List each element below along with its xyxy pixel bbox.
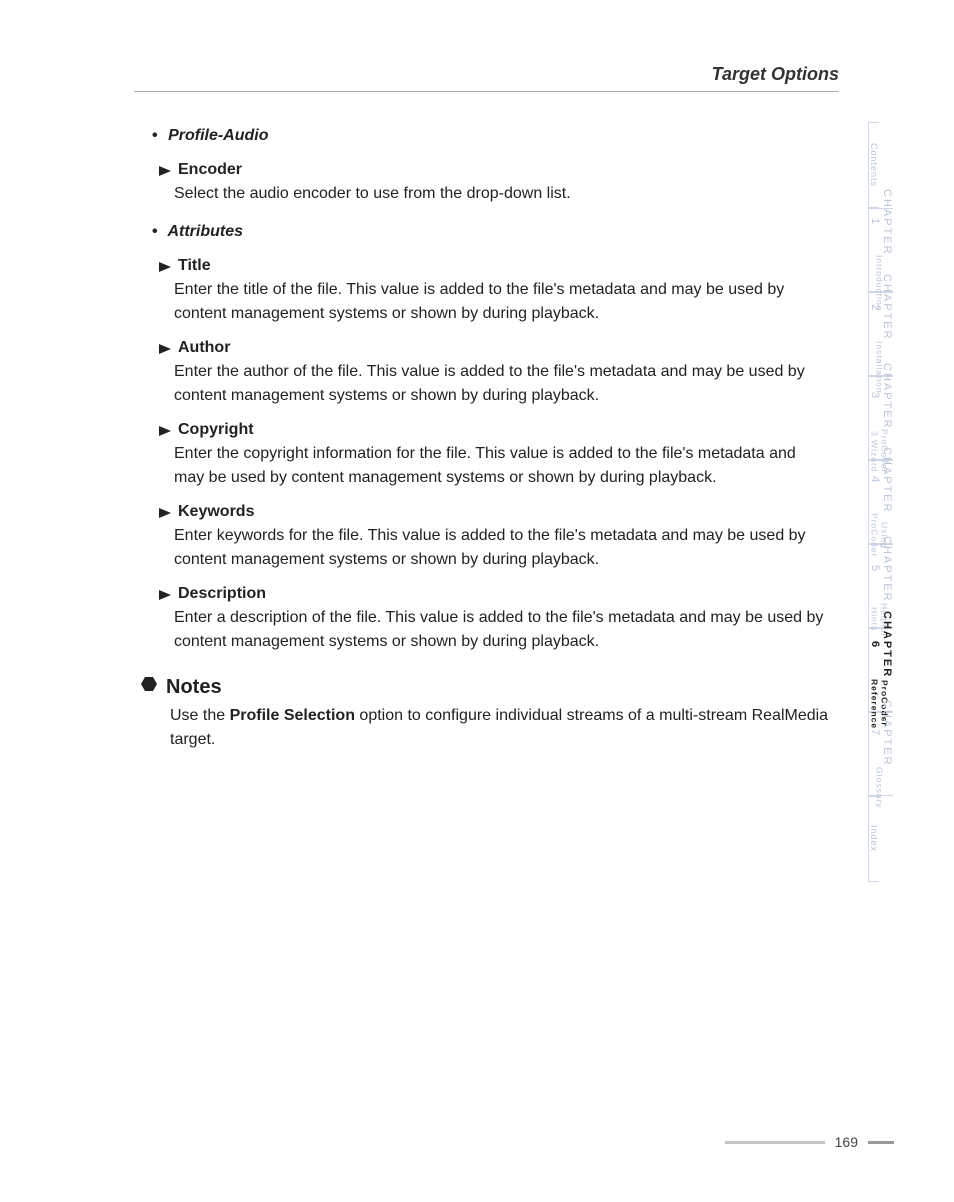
subheading-text: Description — [178, 582, 266, 606]
body-description: Enter a description of the file. This va… — [174, 606, 829, 654]
tab-line1: CHAPTER 7 — [869, 700, 893, 767]
arrow-icon — [158, 588, 172, 600]
body-title: Enter the title of the file. This value … — [174, 278, 829, 326]
tab-line2: Glossary — [875, 767, 885, 809]
arrow-icon — [158, 424, 172, 436]
body-keywords: Enter keywords for the file. This value … — [174, 524, 829, 572]
section-heading-text: Attributes — [167, 223, 243, 240]
main-content: • Profile-Audio Encoder Select the audio… — [134, 110, 829, 752]
notes-body: Use the Profile Selection option to conf… — [170, 704, 829, 752]
page-title: Target Options — [134, 64, 839, 92]
notes-heading: Notes — [140, 672, 829, 702]
subheading-encoder: Encoder — [158, 158, 829, 182]
page-footer: 169 — [725, 1134, 894, 1150]
section-heading-attributes: • Attributes — [152, 220, 829, 244]
footer-dash-icon — [868, 1141, 894, 1144]
tab-line1: CHAPTER 4 — [869, 447, 893, 514]
subheading-text: Copyright — [178, 418, 254, 442]
tab-chapter-7[interactable]: CHAPTER 7 Glossary — [868, 712, 893, 796]
tab-line1: CHAPTER 5 — [869, 536, 893, 603]
tab-label: Contents — [869, 143, 879, 187]
notes-bold: Profile Selection — [230, 707, 355, 724]
hexagon-icon — [140, 672, 158, 702]
footer-bar-icon — [725, 1141, 825, 1144]
notes-prefix: Use the — [170, 707, 230, 724]
subheading-text: Keywords — [178, 500, 254, 524]
bullet-icon: • — [152, 127, 158, 144]
bullet-icon: • — [152, 223, 158, 240]
section-heading-text: Profile-Audio — [168, 127, 268, 144]
tab-chapter-4[interactable]: CHAPTER 4 Using ProCoder — [868, 460, 893, 544]
page: Target Options • Profile-Audio Encoder S… — [0, 0, 954, 1202]
tab-label: Index — [869, 825, 879, 852]
subheading-author: Author — [158, 336, 829, 360]
arrow-icon — [158, 342, 172, 354]
body-author: Enter the author of the file. This value… — [174, 360, 829, 408]
tab-line1: CHAPTER 6 — [869, 611, 893, 678]
subheading-text: Encoder — [178, 158, 242, 182]
arrow-icon — [158, 164, 172, 176]
tab-line1: CHAPTER 3 — [869, 363, 893, 430]
tab-line1: CHAPTER 2 — [869, 274, 893, 341]
body-encoder: Select the audio encoder to use from the… — [174, 182, 829, 206]
section-heading-profile-audio: • Profile-Audio — [152, 124, 829, 148]
subheading-keywords: Keywords — [158, 500, 829, 524]
arrow-icon — [158, 260, 172, 272]
page-number: 169 — [835, 1134, 858, 1150]
subheading-text: Title — [178, 254, 211, 278]
subheading-description: Description — [158, 582, 829, 606]
body-copyright: Enter the copyright information for the … — [174, 442, 829, 490]
notes-heading-text: Notes — [166, 672, 222, 702]
chapter-tabs-sidebar: Contents CHAPTER 1 Introduction CHAPTER … — [868, 122, 954, 882]
tab-index[interactable]: Index — [868, 796, 879, 882]
tab-line1: CHAPTER 1 — [869, 189, 893, 256]
subheading-text: Author — [178, 336, 230, 360]
subheading-title: Title — [158, 254, 829, 278]
arrow-icon — [158, 506, 172, 518]
subheading-copyright: Copyright — [158, 418, 829, 442]
